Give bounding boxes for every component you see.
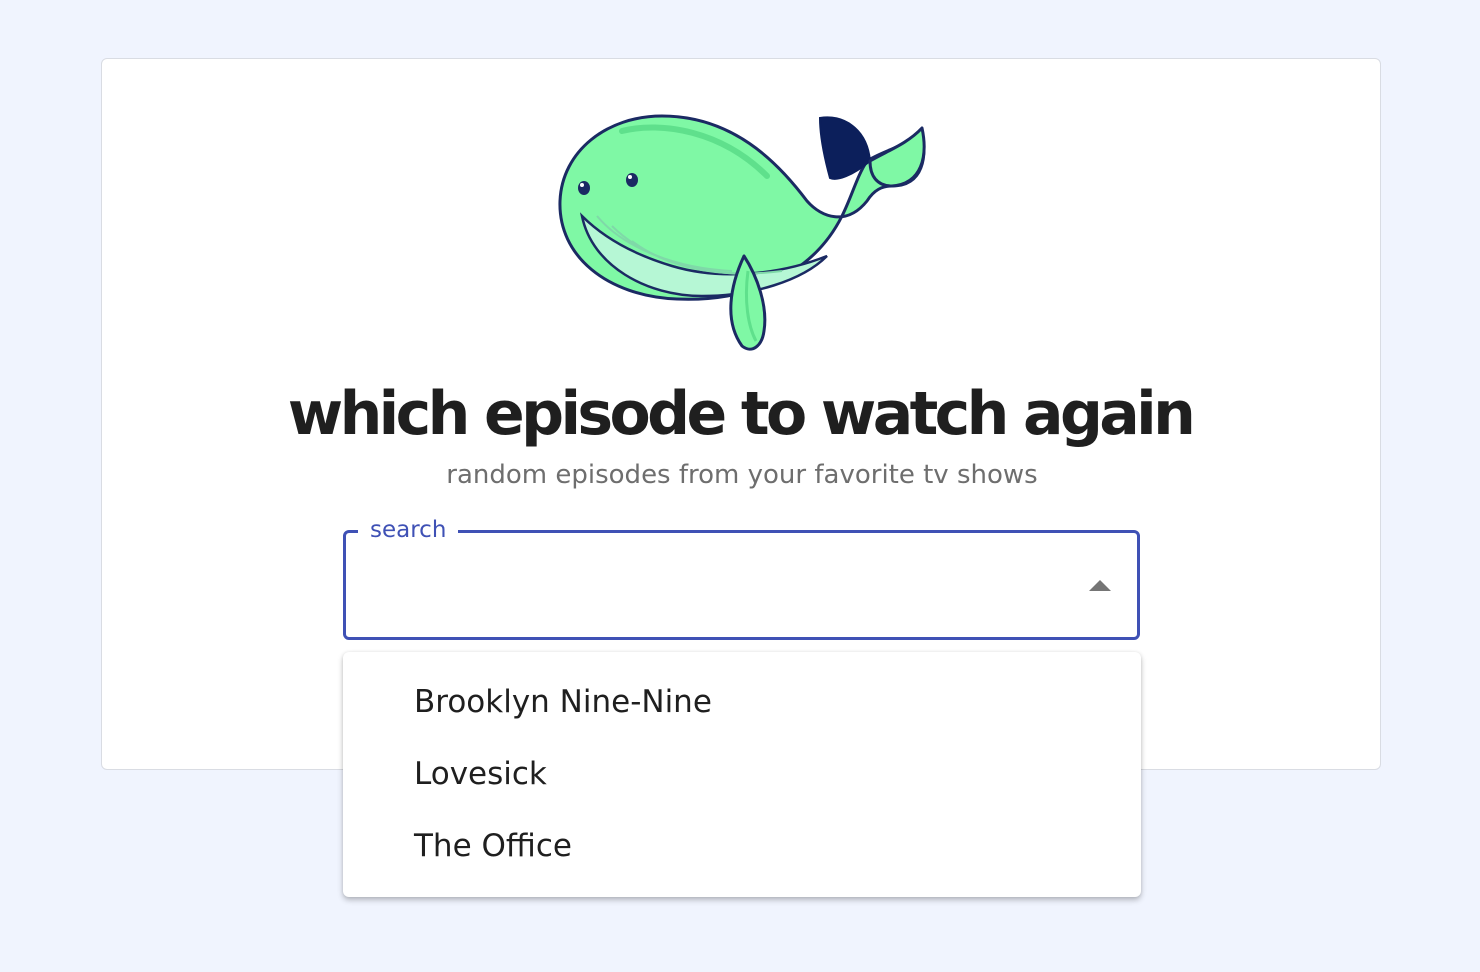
page-subtitle: random episodes from your favorite tv sh… (446, 460, 1038, 490)
option-the-office[interactable]: The Office (383, 810, 1141, 882)
caret-up-icon (1089, 580, 1111, 591)
dropdown-toggle-button[interactable] (1080, 566, 1120, 606)
search-input[interactable] (372, 560, 1066, 614)
page-title: which episode to watch again (287, 379, 1196, 449)
whale-icon (558, 114, 926, 351)
search-label: search (358, 514, 459, 546)
option-lovesick[interactable]: Lovesick (383, 738, 1141, 810)
page: which episode to watch again random epis… (0, 0, 1480, 972)
options-listbox: Brooklyn Nine-Nine Lovesick The Office (343, 652, 1141, 897)
option-brooklyn-nine-nine[interactable]: Brooklyn Nine-Nine (383, 666, 1141, 738)
